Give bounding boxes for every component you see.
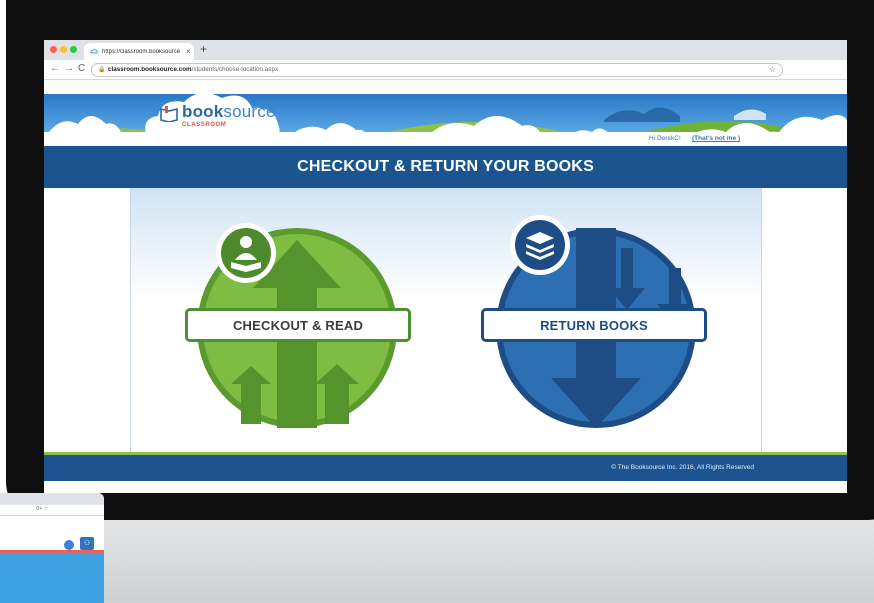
browser-tab-bar: https://classroom.booksource × + <box>44 40 847 60</box>
maximize-window-button[interactable] <box>70 46 77 53</box>
url-host: classroom.booksource.com <box>108 66 192 73</box>
bookmark-star-icon[interactable]: ☆ <box>769 64 776 76</box>
checkout-read-button[interactable]: CHECKOUT & READ <box>185 308 411 342</box>
address-bar[interactable]: 🔒 classroom.booksource.com/students/choo… <box>91 63 783 77</box>
user-row: Hi DerekC! (That's not me ) <box>44 132 847 146</box>
close-window-button[interactable] <box>50 46 57 53</box>
book-logo-icon <box>160 106 178 122</box>
monitor-stand-area <box>0 519 874 603</box>
monitor-screen: https://classroom.booksource × + ← → C 🔒… <box>44 40 847 493</box>
tab-close-icon[interactable]: × <box>186 47 191 56</box>
page-title-bar: CHECKOUT & RETURN YOUR BOOKS <box>44 146 847 188</box>
laptop-toolbar: 0+ ☆ <box>0 505 104 516</box>
logo-subtitle: CLASSROOM <box>182 122 227 128</box>
browser-tab-active[interactable]: https://classroom.booksource × <box>84 43 194 60</box>
url-text: classroom.booksource.com/students/choose… <box>108 64 278 76</box>
laptop-toolbar-icons: 0+ ☆ <box>36 506 48 512</box>
url-path: /students/choose-location.aspx <box>191 66 279 73</box>
reader-badge-icon <box>216 223 276 283</box>
laptop-body <box>0 553 104 603</box>
books-stack-badge-icon <box>510 215 570 275</box>
return-books-button[interactable]: RETURN BOOKS <box>481 308 707 342</box>
choice-panel: CHECKOUT & READ RETURN BOOKS <box>131 188 761 452</box>
laptop-tab-bar <box>0 493 104 505</box>
laptop-avatar-dot-icon[interactable] <box>64 540 74 550</box>
browser-toolbar: ← → C 🔒 classroom.booksource.com/student… <box>44 60 847 80</box>
logo-book-text: book <box>182 102 224 121</box>
content-left-margin <box>44 188 131 452</box>
site-favicon-icon <box>90 48 98 53</box>
copyright-text: © The Booksource Inc. 2016, All Rights R… <box>611 464 754 471</box>
minimize-window-button[interactable] <box>60 46 67 53</box>
page-footer: © The Booksource Inc. 2016, All Rights R… <box>44 455 847 481</box>
logo-source-text: source <box>223 102 276 121</box>
not-me-link[interactable]: (That's not me ) <box>692 135 740 142</box>
site-logo[interactable]: booksource <box>182 102 276 122</box>
new-tab-button[interactable]: + <box>200 42 207 56</box>
laptop-device: 0+ ☆ ⚇ <box>0 493 104 603</box>
reload-icon[interactable]: C <box>78 63 85 74</box>
back-arrow-icon[interactable]: ← <box>50 63 60 74</box>
content-right-margin <box>761 188 847 452</box>
laptop-users-icon[interactable]: ⚇ <box>80 537 94 550</box>
forward-arrow-icon[interactable]: → <box>64 63 74 74</box>
page-title: CHECKOUT & RETURN YOUR BOOKS <box>297 158 594 175</box>
tab-title: https://classroom.booksource <box>102 48 181 55</box>
lock-icon: 🔒 <box>98 67 106 73</box>
user-greeting: Hi DerekC! <box>649 135 681 142</box>
